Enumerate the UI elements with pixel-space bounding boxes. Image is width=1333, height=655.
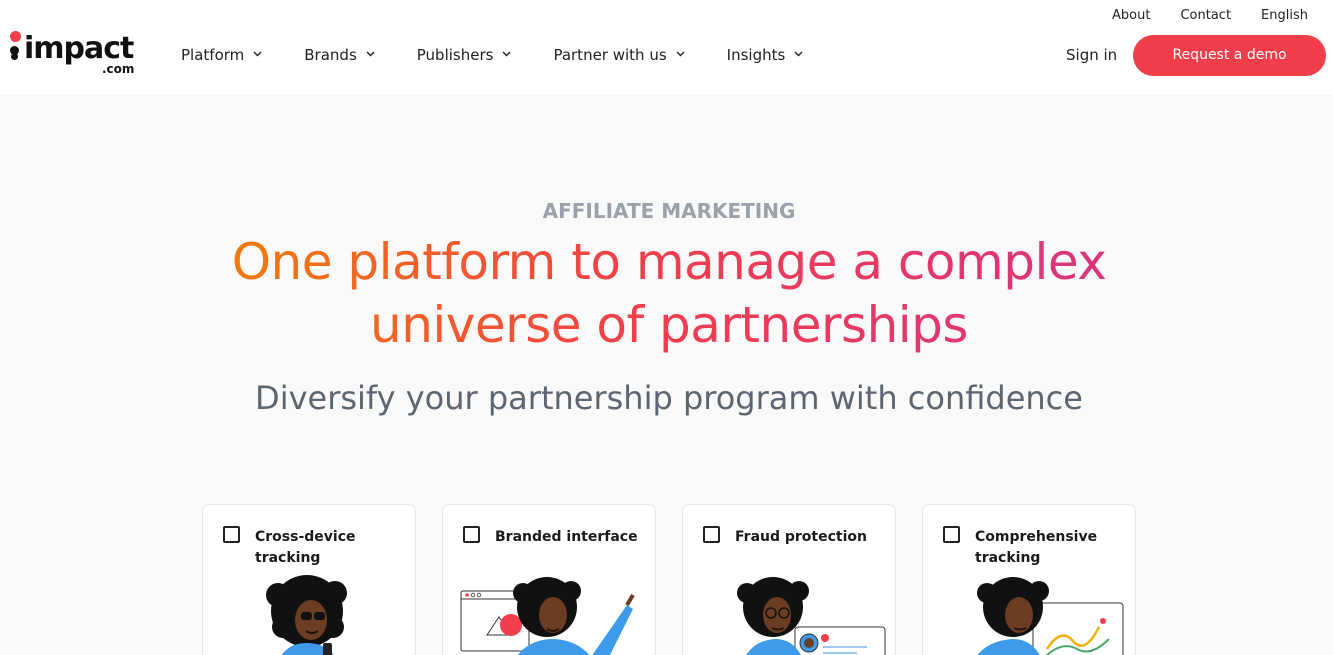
hero-subhead: Diversify your partnership program with …: [255, 379, 1083, 417]
chevron-down-icon: [502, 51, 511, 59]
chevron-down-icon: [366, 51, 375, 59]
language-selector[interactable]: English: [1261, 8, 1308, 23]
logo-dot-red: [10, 31, 21, 42]
feature-label: Fraud protection: [735, 529, 867, 545]
hero-headline-line2: universe of partnerships: [370, 296, 968, 354]
person-glasses-illustration: [737, 577, 886, 655]
main-nav: Platform Brands Publishers Partner with …: [181, 46, 845, 64]
request-demo-button[interactable]: Request a demo: [1133, 35, 1326, 76]
nav-platform[interactable]: Platform: [181, 46, 262, 64]
hero-eyebrow: AFFILIATE MARKETING: [542, 199, 796, 223]
feature-card-cross-device[interactable]: Cross-device tracking: [202, 504, 416, 655]
hero-headline: One platform to manage a complex univers…: [0, 231, 1333, 357]
person-sunglasses-illustration: [266, 575, 347, 655]
about-link[interactable]: About: [1112, 8, 1150, 23]
utility-nav: About Contact English: [1112, 8, 1308, 23]
nav-platform-label: Platform: [181, 46, 245, 64]
person-chart-illustration: [977, 577, 1124, 655]
logo-wordmark: impact: [24, 31, 134, 66]
feature-label: Comprehensive tracking: [975, 529, 1098, 566]
hero-headline-line1: One platform to manage a complex: [231, 233, 1107, 291]
person-pointing-illustration: [460, 577, 635, 655]
nav-publishers[interactable]: Publishers: [417, 46, 511, 64]
feature-checkbox[interactable]: [223, 526, 240, 543]
nav-brands-label: Brands: [304, 46, 357, 64]
logo-suffix: .com: [102, 62, 135, 76]
chevron-down-icon: [676, 51, 685, 59]
nav-publishers-label: Publishers: [416, 46, 494, 64]
contact-link[interactable]: Contact: [1180, 8, 1231, 23]
nav-brands[interactable]: Brands: [304, 46, 375, 64]
feature-checkbox[interactable]: [463, 526, 480, 543]
feature-label: Cross-device tracking: [255, 529, 356, 566]
nav-partner-label: Partner with us: [553, 46, 667, 64]
sign-in-link[interactable]: Sign in: [1066, 46, 1117, 64]
feature-checkbox[interactable]: [943, 526, 960, 543]
impact-logo[interactable]: impact .com: [8, 31, 138, 79]
logo-dot-black-small: [11, 53, 18, 60]
feature-label: Branded interface: [495, 529, 638, 545]
site-header: About Contact English impact .com Platfo…: [0, 0, 1333, 95]
chevron-down-icon: [253, 51, 262, 59]
nav-partner-with-us[interactable]: Partner with us: [553, 46, 685, 64]
feature-card-fraud-protection[interactable]: Fraud protection: [682, 504, 896, 655]
feature-card-comprehensive-tracking[interactable]: Comprehensive tracking: [922, 504, 1136, 655]
nav-insights[interactable]: Insights: [727, 46, 803, 64]
feature-checkbox[interactable]: [703, 526, 720, 543]
feature-card-branded-interface[interactable]: Branded interface: [442, 504, 656, 655]
nav-insights-label: Insights: [726, 46, 786, 64]
chevron-down-icon: [794, 51, 803, 59]
